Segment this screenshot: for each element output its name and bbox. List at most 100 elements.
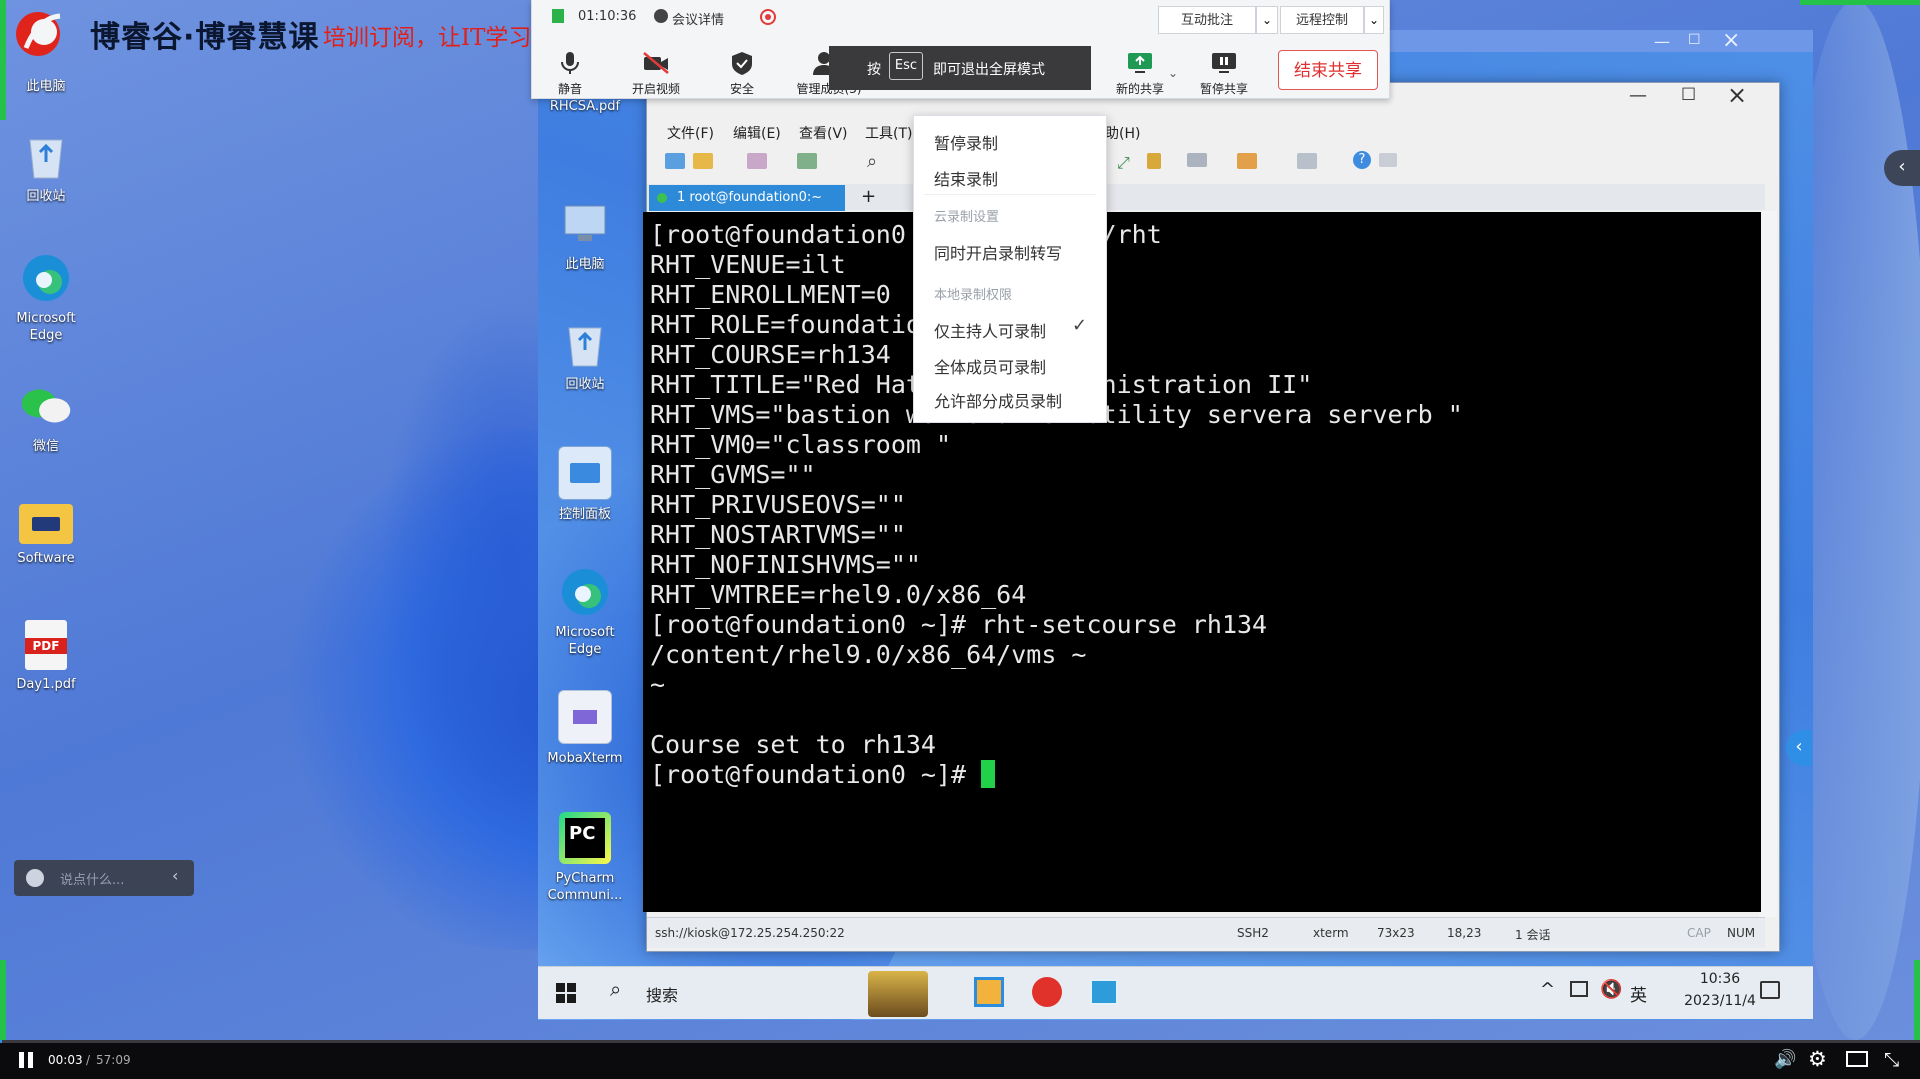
- clock-date[interactable]: 2023/11/4: [1676, 993, 1764, 1009]
- remote-control-chevron-down-icon[interactable]: ⌄: [1364, 6, 1384, 34]
- menu-tools[interactable]: 工具(T): [865, 123, 912, 143]
- window-minimize-icon[interactable]: —: [1629, 85, 1647, 106]
- add-tab-icon[interactable]: +: [861, 186, 876, 207]
- remote-control-button[interactable]: 远程控制: [1280, 6, 1364, 34]
- window-close-icon[interactable]: ×: [1727, 81, 1747, 109]
- vm-desktop-icon-this-pc[interactable]: 此电脑: [540, 198, 630, 273]
- open-folder-icon[interactable]: [693, 153, 713, 169]
- shield-icon[interactable]: [728, 50, 756, 76]
- vm-desktop-icon-recycle-bin[interactable]: 回收站: [540, 318, 630, 393]
- macro-icon[interactable]: [1237, 153, 1257, 169]
- menu-help[interactable]: 助(H): [1105, 123, 1140, 143]
- menu-edit[interactable]: 编辑(E): [733, 123, 781, 143]
- vm-maximize-icon[interactable]: ☐: [1688, 32, 1701, 48]
- pdf-icon: PDF: [25, 620, 67, 670]
- pause-share-label[interactable]: 暂停共享: [1192, 80, 1256, 97]
- menu-item-host-only[interactable]: 仅主持人可录制: [934, 318, 1046, 342]
- desktop-icon-label: RHCSA.pdf: [549, 99, 621, 114]
- picture-in-picture-icon[interactable]: [1846, 1051, 1868, 1067]
- clock-time[interactable]: 10:36: [1676, 971, 1764, 987]
- network-icon[interactable]: [1570, 981, 1588, 997]
- ime-indicator[interactable]: 英: [1630, 981, 1647, 1006]
- terminal-cursor: [981, 760, 996, 788]
- share-screen-icon[interactable]: [1126, 50, 1154, 76]
- progress-track[interactable]: [0, 1040, 1920, 1043]
- windows-start-icon[interactable]: [556, 983, 576, 1003]
- annotate-chevron-down-icon[interactable]: ⌄: [1256, 6, 1278, 34]
- pause-share-icon[interactable]: [1210, 50, 1238, 76]
- chat-input-bar[interactable]: 说点什么... ‹: [14, 860, 194, 896]
- split-icon[interactable]: [1297, 153, 1317, 169]
- vm-desktop-icon-edge[interactable]: Microsoft Edge: [540, 566, 630, 658]
- taskbar-app-mobaxterm-icon[interactable]: [1090, 979, 1118, 1005]
- vm-desktop-icon-control-panel[interactable]: 控制面板: [540, 446, 630, 523]
- taskbar-search[interactable]: 搜索: [646, 982, 678, 1006]
- vm-desktop-icon-pycharm[interactable]: PC PyCharm Communi...: [540, 812, 630, 904]
- taskbar-app-manager-icon[interactable]: [974, 977, 1004, 1007]
- menu-file[interactable]: 文件(F): [667, 123, 714, 143]
- microphone-icon[interactable]: [556, 50, 584, 76]
- chat-icon[interactable]: [1379, 153, 1397, 167]
- menu-item-all-members[interactable]: 全体成员可录制: [934, 354, 1046, 378]
- volume-muted-icon[interactable]: 🔇: [1600, 979, 1622, 1000]
- camera-off-icon[interactable]: [642, 50, 670, 76]
- desktop-icon-this-pc[interactable]: 此电脑: [1, 72, 91, 95]
- desktop-icon-software[interactable]: Software: [1, 504, 91, 567]
- new-share-chevron-down-icon[interactable]: ⌄: [1168, 66, 1178, 80]
- search-icon[interactable]: ⌕: [867, 151, 877, 172]
- menu-item-transcribe[interactable]: 同时开启录制转写: [934, 240, 1062, 264]
- tray-chevron-up-icon[interactable]: ^: [1540, 979, 1555, 1000]
- mute-button-label[interactable]: 静音: [538, 80, 602, 97]
- terminal-line: RHT_GVMS="": [650, 460, 816, 489]
- signal-icon: [552, 9, 564, 23]
- fullscreen-icon[interactable]: ⤢: [1117, 153, 1130, 173]
- desktop-icon-recycle-bin[interactable]: 回收站: [1, 130, 91, 205]
- screen-icon[interactable]: [797, 153, 817, 169]
- tab-label: 1 root@foundation0:~: [677, 190, 823, 205]
- status-cap: CAP: [1687, 926, 1711, 940]
- meeting-timer: 01:10:36: [578, 9, 637, 24]
- vm-minimize-icon[interactable]: —: [1654, 32, 1670, 51]
- connected-status-icon: [657, 193, 667, 203]
- keyboard-icon[interactable]: [1187, 153, 1207, 167]
- emoji-icon[interactable]: [26, 869, 44, 887]
- menu-view[interactable]: 查看(V): [799, 123, 848, 143]
- annotate-button[interactable]: 互动批注: [1158, 6, 1256, 34]
- vm-desktop-icon-mobaxterm[interactable]: MobaXterm: [540, 690, 630, 767]
- security-label[interactable]: 安全: [710, 80, 774, 97]
- terminal-line: RHT_ROLE=foundation: [650, 310, 936, 339]
- terminal-line: Course set to rh134: [650, 730, 936, 759]
- volume-icon[interactable]: 🔊: [1774, 1049, 1796, 1070]
- terminal-scrollbar[interactable]: [1759, 211, 1777, 917]
- desktop-icon-wechat[interactable]: 微信: [1, 380, 91, 455]
- menu-item-pause-recording[interactable]: 暂停录制: [934, 130, 998, 154]
- taskbar-app-brand-icon[interactable]: [1032, 977, 1062, 1007]
- lock-icon[interactable]: [1147, 153, 1161, 169]
- desktop-icon-edge[interactable]: Microsoft Edge: [1, 252, 91, 344]
- window-maximize-icon[interactable]: ☐: [1681, 85, 1696, 105]
- end-share-button[interactable]: 结束共享: [1278, 50, 1378, 90]
- collapse-chevron-icon[interactable]: ‹: [172, 866, 178, 885]
- settings-gear-icon[interactable]: ⚙: [1808, 1047, 1827, 1071]
- menu-item-some-members[interactable]: 允许部分成员录制: [934, 388, 1062, 412]
- new-share-label[interactable]: 新的共享: [1108, 80, 1172, 97]
- tools-icon[interactable]: [747, 153, 767, 169]
- exit-fullscreen-icon[interactable]: ⤡: [1884, 1049, 1899, 1071]
- notification-icon[interactable]: [1760, 981, 1780, 999]
- esc-hint-suffix: 即可退出全屏模式: [933, 62, 1045, 78]
- meeting-info-link[interactable]: 会议详情: [672, 9, 724, 28]
- start-video-label[interactable]: 开启视频: [624, 80, 688, 97]
- control-panel-icon: [558, 446, 612, 500]
- mobaxterm-icon: [558, 690, 612, 744]
- pause-icon[interactable]: [19, 1052, 24, 1068]
- new-session-icon[interactable]: [665, 153, 685, 169]
- total-time: 57:09: [96, 1053, 131, 1067]
- menu-item-stop-recording[interactable]: 结束录制: [934, 166, 998, 190]
- checkmark-icon: ✓: [1072, 315, 1088, 336]
- help-icon[interactable]: ?: [1353, 151, 1371, 169]
- status-num: NUM: [1727, 926, 1756, 940]
- tab-terminal[interactable]: 1 root@foundation0:~: [649, 185, 845, 211]
- vm-close-icon[interactable]: ×: [1722, 28, 1740, 53]
- side-panel-chevron-left-icon[interactable]: ‹: [1884, 150, 1920, 186]
- desktop-icon-day1-pdf[interactable]: PDF Day1.pdf: [1, 620, 91, 693]
